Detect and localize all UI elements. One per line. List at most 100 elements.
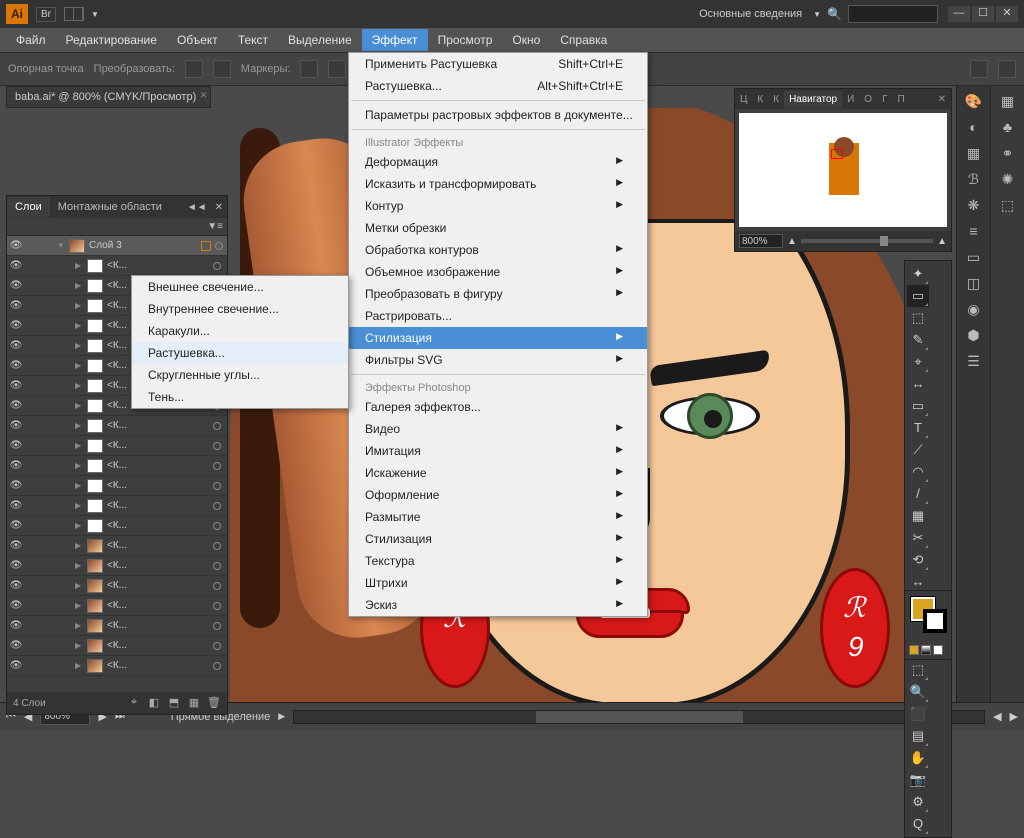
stroke-icon[interactable]: ≡ xyxy=(961,220,987,242)
appearance-target-icon[interactable] xyxy=(215,242,223,250)
menu-item[interactable]: Видео▶ xyxy=(349,418,647,440)
visibility-icon[interactable]: 👁 xyxy=(7,620,25,631)
menu-item[interactable]: Фильтры SVG▶ xyxy=(349,349,647,371)
minimize-button[interactable]: — xyxy=(948,6,970,22)
panel-collapse-icon[interactable]: ◄◄ xyxy=(183,202,211,213)
layer-row[interactable]: 👁▶<К... xyxy=(7,556,227,576)
menu-item[interactable]: Размытие▶ xyxy=(349,506,647,528)
menu-item[interactable]: Текстура▶ xyxy=(349,550,647,572)
menu-item[interactable]: Применить РастушевкаShift+Ctrl+E xyxy=(349,53,647,75)
appearance-target-icon[interactable] xyxy=(213,462,221,470)
visibility-icon[interactable]: 👁 xyxy=(7,640,25,651)
menu-редактирование[interactable]: Редактирование xyxy=(56,29,167,51)
bridge-badge[interactable]: Br xyxy=(36,7,56,22)
menu-item[interactable]: Растушевка...Alt+Shift+Ctrl+E xyxy=(349,75,647,97)
color-guide-icon[interactable]: ◐ xyxy=(961,116,987,138)
tool-button[interactable]: ▭ xyxy=(907,395,929,417)
menu-item[interactable]: Стилизация▶ xyxy=(349,528,647,550)
stroke-swatch[interactable] xyxy=(923,609,947,633)
menu-item[interactable]: Внутреннее свечение... xyxy=(132,298,348,320)
visibility-icon[interactable]: 👁 xyxy=(7,480,25,491)
visibility-icon[interactable]: 👁 xyxy=(7,520,25,531)
tool-button[interactable]: ⟲ xyxy=(907,549,929,571)
menu-item[interactable]: Растушевка... xyxy=(132,342,348,364)
visibility-icon[interactable]: 👁 xyxy=(7,280,25,291)
tool-button[interactable]: ⟋ xyxy=(907,439,929,461)
tool-button[interactable]: ⚙ xyxy=(907,791,929,813)
handle-icon[interactable] xyxy=(328,60,346,78)
menu-файл[interactable]: Файл xyxy=(6,29,56,51)
visibility-icon[interactable]: 👁 xyxy=(7,360,25,371)
menu-item[interactable]: Параметры растровых эффектов в документе… xyxy=(349,104,647,126)
workspace-label[interactable]: Основные сведения xyxy=(699,8,802,20)
none-mode-icon[interactable] xyxy=(933,645,943,655)
visibility-icon[interactable]: 👁 xyxy=(7,560,25,571)
navigator-viewbox[interactable] xyxy=(831,149,843,159)
nav-tab[interactable]: П xyxy=(893,91,910,108)
zoom-in-icon[interactable]: ▲ xyxy=(937,236,947,247)
tool-button[interactable]: ✂ xyxy=(907,527,929,549)
tool-button[interactable]: Q xyxy=(907,813,929,835)
menu-item[interactable]: Эскиз▶ xyxy=(349,594,647,616)
new-layer-icon[interactable]: ▦ xyxy=(187,696,201,710)
align-icon[interactable] xyxy=(970,60,988,78)
zoom-input[interactable] xyxy=(739,234,783,248)
appearance-icon[interactable]: ◉ xyxy=(961,298,987,320)
clubs-icon[interactable]: ♣ xyxy=(995,116,1021,138)
layer-row[interactable]: 👁▶<К... xyxy=(7,596,227,616)
transparency-icon[interactable]: ◫ xyxy=(961,272,987,294)
tool-button[interactable]: ✎ xyxy=(907,329,929,351)
visibility-icon[interactable]: 👁 xyxy=(7,420,25,431)
menu-item[interactable]: Метки обрезки xyxy=(349,217,647,239)
layer-row[interactable]: 👁▶<К... xyxy=(7,476,227,496)
visibility-icon[interactable]: 👁 xyxy=(7,320,25,331)
link-icon[interactable]: ⚭ xyxy=(995,142,1021,164)
arrange-docs-icon[interactable] xyxy=(64,7,84,21)
menu-item[interactable]: Исказить и трансформировать▶ xyxy=(349,173,647,195)
zoom-slider[interactable] xyxy=(801,239,933,243)
visibility-icon[interactable]: 👁 xyxy=(7,380,25,391)
search-icon[interactable]: 🔍 xyxy=(827,7,842,21)
tool-button[interactable]: ▦ xyxy=(907,505,929,527)
layer-row[interactable]: 👁▶<К... xyxy=(7,416,227,436)
visibility-icon[interactable]: 👁 xyxy=(7,460,25,471)
chevron-down-icon[interactable]: ▼ xyxy=(813,10,821,19)
layer-row[interactable]: 👁▶<К... xyxy=(7,536,227,556)
search-input[interactable] xyxy=(848,5,938,23)
scroll-left-icon[interactable]: ◀ xyxy=(993,710,1001,723)
menu-item[interactable]: Скругленные углы... xyxy=(132,364,348,386)
layer-row[interactable]: 👁▶<К... xyxy=(7,456,227,476)
menu-item[interactable]: Оформление▶ xyxy=(349,484,647,506)
misc-icon[interactable]: ⬚ xyxy=(995,194,1021,216)
chevron-down-icon[interactable]: ▼ xyxy=(91,10,99,19)
tool-button[interactable]: T xyxy=(907,417,929,439)
handle-icon[interactable] xyxy=(300,60,318,78)
menu-item[interactable]: Объемное изображение▶ xyxy=(349,261,647,283)
close-button[interactable]: ✕ xyxy=(996,6,1018,22)
menu-выделение[interactable]: Выделение xyxy=(278,29,362,51)
menu-item[interactable]: Обработка контуров▶ xyxy=(349,239,647,261)
appearance-target-icon[interactable] xyxy=(213,422,221,430)
close-tab-icon[interactable]: ✕ xyxy=(200,90,208,101)
visibility-icon[interactable]: 👁 xyxy=(7,660,25,671)
menu-item[interactable]: Стилизация▶ xyxy=(349,327,647,349)
tool-button[interactable]: 📷 xyxy=(907,769,929,791)
tool-button[interactable]: ✦ xyxy=(907,263,929,285)
gradient-icon[interactable]: ▭ xyxy=(961,246,987,268)
navigator-preview[interactable] xyxy=(739,113,947,227)
transform-icon[interactable] xyxy=(185,60,203,78)
brushes-icon[interactable]: ℬ xyxy=(961,168,987,190)
menu-item[interactable]: Контур▶ xyxy=(349,195,647,217)
visibility-icon[interactable]: 👁 xyxy=(7,340,25,351)
appearance-target-icon[interactable] xyxy=(213,542,221,550)
nav-tab[interactable]: И xyxy=(842,91,859,108)
appearance-target-icon[interactable] xyxy=(213,502,221,510)
transform-icon[interactable] xyxy=(213,60,231,78)
visibility-icon[interactable]: 👁 xyxy=(7,260,25,271)
chevron-right-icon[interactable]: ▶ xyxy=(278,711,285,722)
options-icon[interactable] xyxy=(998,60,1016,78)
menu-окно[interactable]: Окно xyxy=(502,29,550,51)
visibility-icon[interactable]: 👁 xyxy=(7,240,25,251)
visibility-icon[interactable]: 👁 xyxy=(7,400,25,411)
layer-row[interactable]: 👁▶<К... xyxy=(7,656,227,676)
